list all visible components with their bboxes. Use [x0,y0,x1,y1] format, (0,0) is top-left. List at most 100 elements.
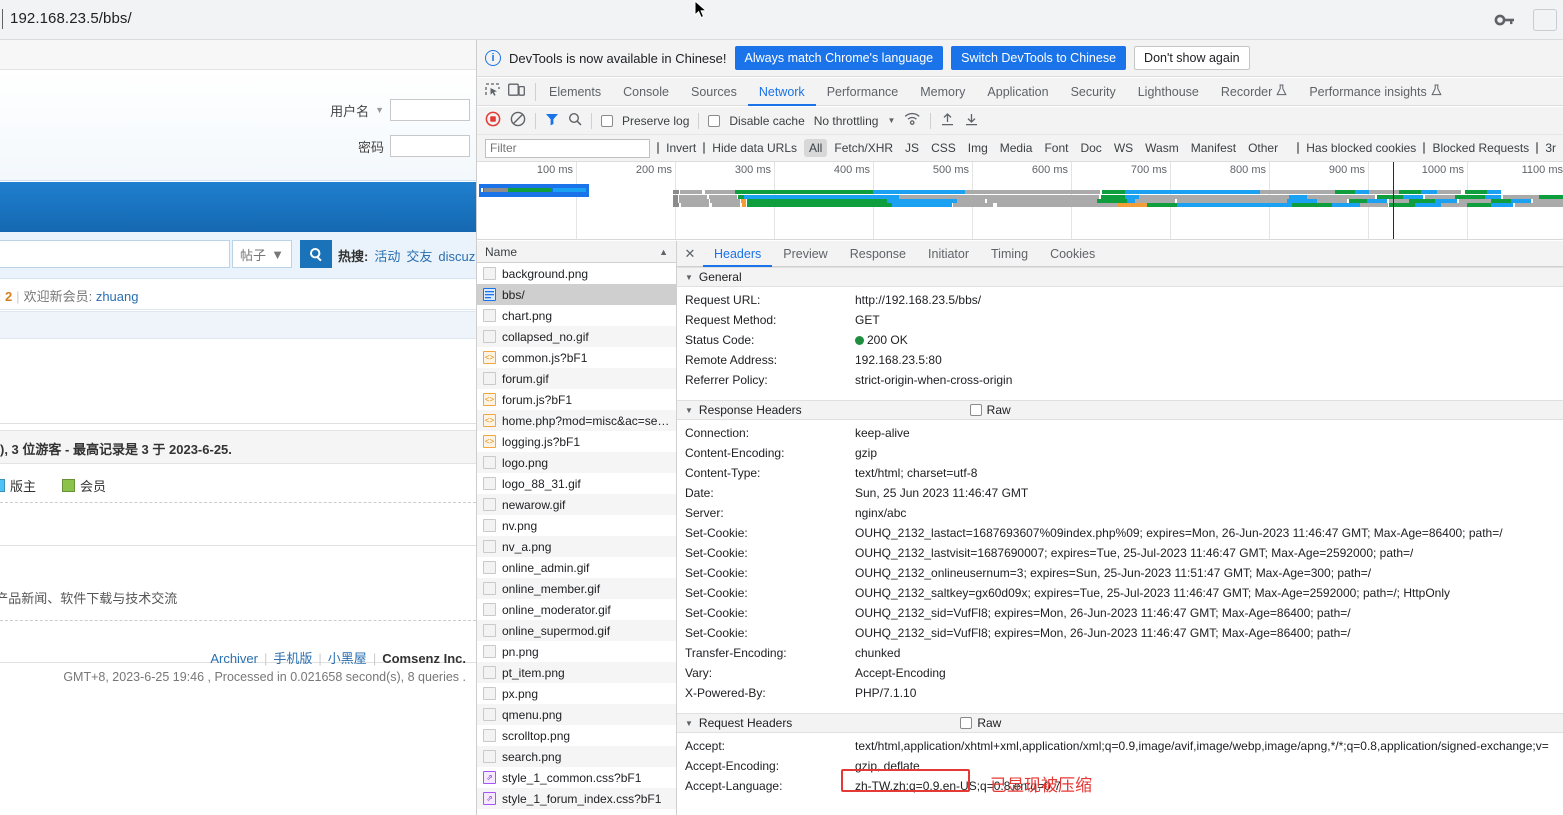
filter-input[interactable] [485,138,650,158]
preserve-log-checkbox[interactable] [601,114,613,127]
tab-recorder[interactable]: Recorder [1210,78,1298,106]
request-list-item[interactable]: <> forum.js?bF1 [477,389,676,410]
general-section-header[interactable]: ▼ General [677,267,1563,287]
search-icon[interactable] [568,112,582,129]
key-icon[interactable] [1493,10,1515,30]
response-header-value[interactable]: chunked [855,646,900,660]
profile-icon[interactable] [1533,9,1557,31]
filter-type-all[interactable]: All [804,139,828,157]
request-list-item[interactable]: nv_a.png [477,536,676,557]
tab-security[interactable]: Security [1060,78,1127,106]
response-header-value[interactable]: OUHQ_2132_saltkey=gx60d09x; expires=Tue,… [855,586,1450,600]
request-list-item[interactable]: <> common.js?bF1 [477,347,676,368]
response-header-value[interactable]: OUHQ_2132_onlineusernum=3; expires=Sun, … [855,566,1371,580]
request-list-item[interactable]: logo_88_31.gif [477,473,676,494]
password-input[interactable] [390,135,470,157]
blocked-requests-label[interactable]: Blocked Requests [1432,141,1529,155]
tab-elements[interactable]: Elements [538,78,612,106]
hot-link-1[interactable]: 交友 [406,249,432,264]
footer-link-blackhouse[interactable]: 小黑屋 [328,651,367,666]
filter-type-manifest[interactable]: Manifest [1186,139,1241,157]
filter-type-js[interactable]: JS [900,139,924,157]
request-column-header[interactable]: Name ▲ [477,241,676,263]
request-list-item[interactable]: online_member.gif [477,578,676,599]
detail-tab-headers[interactable]: Headers [703,241,772,267]
general-value[interactable]: strict-origin-when-cross-origin [855,373,1012,387]
tab-application[interactable]: Application [976,78,1059,106]
response-raw-label[interactable]: Raw [987,403,1011,417]
detail-tab-response[interactable]: Response [839,241,917,267]
request-list-item[interactable]: qmenu.png [477,704,676,725]
third-party-checkbox[interactable] [1536,142,1539,154]
dont-show-again-button[interactable]: Don't show again [1134,46,1250,70]
filter-type-css[interactable]: CSS [926,139,961,157]
disable-cache-label[interactable]: Disable cache [729,114,804,128]
response-raw-checkbox[interactable] [969,404,982,416]
username-input[interactable] [390,99,470,121]
filter-type-other[interactable]: Other [1243,139,1283,157]
request-list-item[interactable]: pn.png [477,641,676,662]
response-header-value[interactable]: PHP/7.1.10 [855,686,916,700]
general-value[interactable]: 200 OK [855,333,908,347]
disable-cache-checkbox[interactable] [708,114,721,127]
request-list-item[interactable]: forum.gif [477,368,676,389]
record-stop-icon[interactable] [485,111,501,130]
hide-data-urls-label[interactable]: Hide data URLs [712,141,797,155]
tab-performance[interactable]: Performance [816,78,910,106]
general-value[interactable]: GET [855,313,880,327]
request-list-item[interactable]: ⇗ style_1_common.css?bF1 [477,767,676,788]
filter-type-ws[interactable]: WS [1109,139,1138,157]
third-party-label[interactable]: 3r [1545,141,1556,155]
import-har-icon[interactable] [940,112,955,130]
chevron-down-icon[interactable]: ▼ [375,105,384,115]
search-input[interactable] [0,240,230,268]
request-list-item[interactable]: online_admin.gif [477,557,676,578]
filter-type-font[interactable]: Font [1039,139,1073,157]
filter-type-doc[interactable]: Doc [1075,139,1106,157]
request-list-item[interactable]: px.png [477,683,676,704]
response-header-value[interactable]: keep-alive [855,426,910,440]
network-overview-timeline[interactable]: 100 ms 200 ms 300 ms 400 ms 500 ms 600 ms 700 … [477,162,1563,240]
response-headers-section-header[interactable]: ▼ Response Headers Raw [677,400,1563,420]
invert-label[interactable]: Invert [666,141,696,155]
device-toolbar-icon[interactable] [508,83,525,101]
close-icon[interactable]: ✕ [677,241,703,267]
filter-icon[interactable] [545,112,559,129]
tab-console[interactable]: Console [612,78,680,106]
footer-link-archiver[interactable]: Archiver [210,651,258,666]
tab-performance-insights[interactable]: Performance insights [1298,78,1452,106]
request-list-item[interactable]: ⇗ style_1_forum_index.css?bF1 [477,788,676,809]
request-headers-section-header[interactable]: ▼ Request Headers Raw [677,713,1563,733]
request-raw-label[interactable]: Raw [977,716,1001,730]
has-blocked-cookies-checkbox[interactable] [1297,142,1300,154]
detail-tab-cookies[interactable]: Cookies [1039,241,1106,267]
network-conditions-icon[interactable] [904,112,921,129]
export-har-icon[interactable] [964,112,979,130]
response-header-value[interactable]: gzip [855,446,877,460]
inspect-icon[interactable] [485,82,500,101]
request-list-item[interactable]: online_supermod.gif [477,620,676,641]
has-blocked-cookies-label[interactable]: Has blocked cookies [1306,141,1416,155]
request-header-value[interactable]: gzip, deflate [855,759,920,773]
request-list-item[interactable]: <> logging.js?bF1 [477,431,676,452]
request-list-item[interactable]: logo.png [477,452,676,473]
response-header-value[interactable]: OUHQ_2132_lastact=1687693607%09index.php… [855,526,1503,540]
general-value[interactable]: http://192.168.23.5/bbs/ [855,293,981,307]
general-value[interactable]: 192.168.23.5:80 [855,353,942,367]
search-button[interactable] [300,240,332,268]
detail-tab-timing[interactable]: Timing [980,241,1039,267]
always-match-language-button[interactable]: Always match Chrome's language [734,46,944,70]
request-list-item[interactable]: background.png [477,263,676,284]
browser-omnibar[interactable]: 192.168.23.5/bbs/ [0,0,1563,40]
url-text[interactable]: 192.168.23.5/bbs/ [10,10,132,27]
clear-icon[interactable] [510,111,526,130]
switch-to-chinese-button[interactable]: Switch DevTools to Chinese [951,46,1127,70]
footer-link-mobile[interactable]: 手机版 [273,651,312,666]
tab-memory[interactable]: Memory [909,78,976,106]
request-list-item[interactable]: search.png [477,746,676,767]
request-list-item[interactable]: collapsed_no.gif [477,326,676,347]
tab-network[interactable]: Network [748,78,816,106]
hide-data-urls-checkbox[interactable] [703,142,706,154]
filter-type-fetch-xhr[interactable]: Fetch/XHR [829,139,898,157]
response-header-value[interactable]: OUHQ_2132_sid=VufFl8; expires=Mon, 26-Ju… [855,606,1351,620]
